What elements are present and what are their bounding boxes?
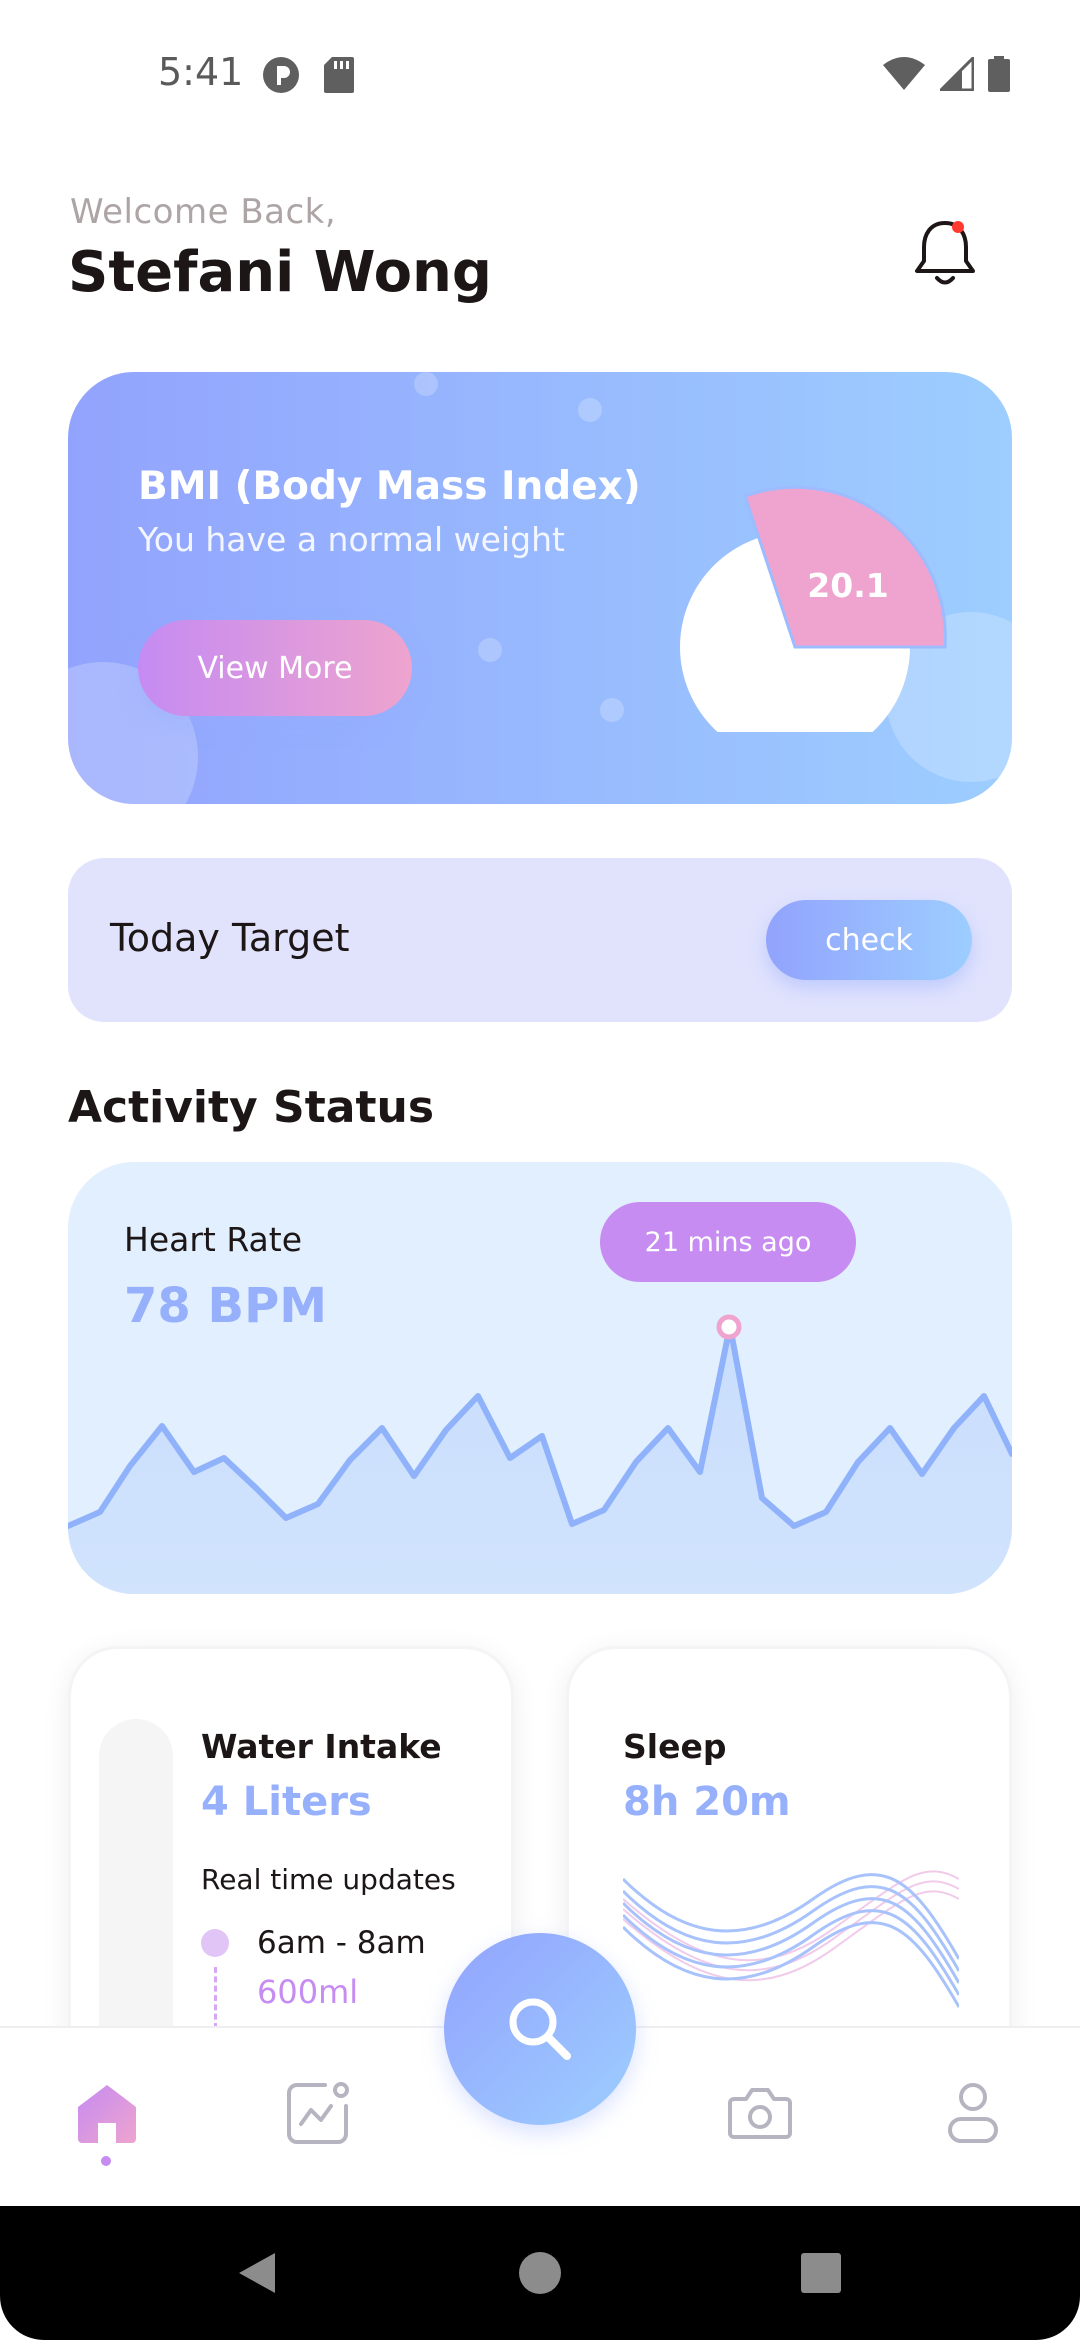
status-bar: 5:41: [0, 0, 1080, 150]
decor-bubble: [578, 398, 602, 422]
welcome-text: Welcome Back,: [70, 192, 337, 232]
last-updated-badge: 21 mins ago: [600, 1202, 856, 1282]
water-intake-title: Water Intake: [201, 1727, 442, 1766]
water-entry-time: 6am - 8am: [257, 1925, 426, 1961]
timeline-dot: [201, 1929, 229, 1957]
sleep-value: 8h 20m: [623, 1779, 791, 1825]
heart-rate-value: 78 BPM: [124, 1278, 328, 1334]
active-indicator: [101, 2156, 111, 2166]
home-circle-icon: [519, 2252, 561, 2294]
sleep-title: Sleep: [623, 1727, 727, 1766]
cell-signal-icon: [940, 57, 974, 91]
bmi-title: BMI (Body Mass Index): [138, 464, 641, 509]
decor-bubble: [478, 638, 502, 662]
heart-rate-marker: [716, 1314, 742, 1340]
system-navigation-bar: [0, 2206, 1080, 2340]
bell-icon: [915, 221, 975, 285]
real-time-updates-label: Real time updates: [201, 1863, 456, 1896]
bmi-card: BMI (Body Mass Index) You have a normal …: [68, 372, 1012, 804]
heart-rate-card[interactable]: Heart Rate 78 BPM 21 mins ago: [68, 1162, 1012, 1594]
unread-dot: [952, 221, 964, 233]
notification-button[interactable]: [910, 215, 980, 290]
back-triangle-icon: [239, 2253, 275, 2293]
battery-icon: [988, 56, 1010, 92]
water-intake-value: 4 Liters: [201, 1779, 372, 1825]
view-more-button[interactable]: View More: [138, 620, 412, 716]
sleep-wave-graph: [623, 1870, 959, 2008]
nav-profile[interactable]: [938, 2078, 1008, 2148]
decor-bubble: [414, 372, 438, 396]
profile-icon: [948, 2083, 998, 2143]
decor-bubble: [600, 698, 624, 722]
recents-square-icon: [801, 2253, 841, 2293]
nav-camera[interactable]: [725, 2078, 795, 2148]
nav-home[interactable]: [72, 2078, 142, 2148]
check-button[interactable]: check: [766, 900, 972, 980]
status-right-icons: [882, 56, 1010, 92]
bmi-subtitle: You have a normal weight: [138, 520, 565, 559]
water-entry-amount: 600ml: [257, 1973, 359, 2011]
bmi-pie-chart: 20.1: [680, 485, 947, 732]
home-icon: [78, 2085, 136, 2143]
search-icon: [509, 1998, 571, 2060]
notification-app-icon: [263, 57, 299, 93]
system-recents-button[interactable]: [796, 2248, 846, 2298]
app-screen: 5:41 Welcome Back, Stefani Wong BMI (Bod…: [0, 0, 1080, 2340]
activity-status-title: Activity Status: [68, 1082, 435, 1133]
heart-rate-label: Heart Rate: [124, 1220, 303, 1259]
search-button[interactable]: [444, 1933, 636, 2125]
status-time: 5:41: [158, 50, 244, 94]
status-left-icons: [262, 56, 354, 94]
camera-icon: [728, 2088, 792, 2139]
today-target-card: Today Target check: [68, 858, 1012, 1022]
heart-rate-area: [68, 1326, 1012, 1594]
activity-icon: [287, 2082, 349, 2144]
nav-activity[interactable]: [283, 2078, 353, 2148]
wifi-icon: [883, 57, 925, 90]
user-name: Stefani Wong: [68, 240, 492, 305]
system-back-button[interactable]: [232, 2248, 282, 2298]
today-target-label: Today Target: [110, 916, 350, 960]
bmi-value: 20.1: [807, 566, 888, 605]
system-home-button[interactable]: [515, 2248, 565, 2298]
sd-card-icon: [324, 57, 354, 93]
